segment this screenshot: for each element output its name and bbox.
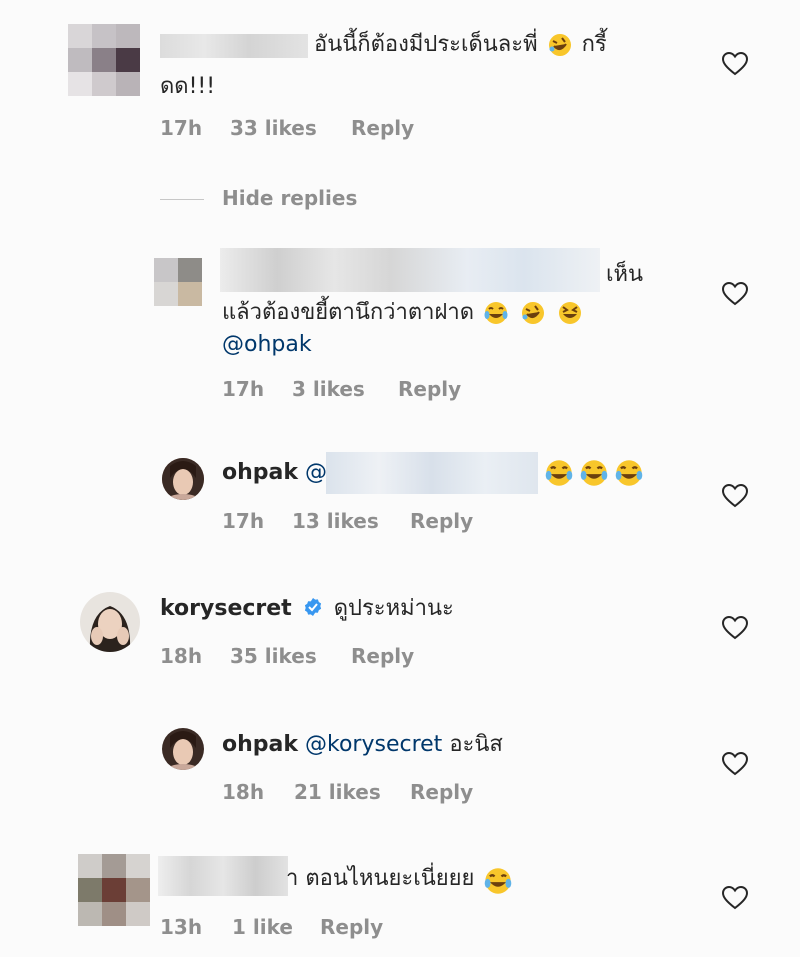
reply-button[interactable]: Reply [351, 116, 414, 140]
hide-replies-button[interactable]: Hide replies [222, 186, 357, 210]
emoji-group [542, 458, 643, 486]
comment-likes[interactable]: 33 likes [230, 116, 317, 140]
reply-button[interactable]: Reply [410, 509, 473, 533]
comment-time: 18h [160, 644, 203, 668]
heart-outline-icon[interactable] [722, 484, 748, 508]
heart-outline-icon[interactable] [722, 52, 748, 76]
comment-body-line2: แล้วต้องขยี้ตานึกว่าตาฝาด [222, 298, 585, 328]
comment-body: เห็น [606, 262, 644, 287]
replies-divider [160, 199, 204, 200]
avatar-ohpak[interactable] [162, 728, 204, 770]
comment-time: 17h [222, 509, 265, 533]
mention-link[interactable]: @korysecret [305, 732, 442, 757]
joy-emoji-icon [544, 458, 573, 486]
comment-body-line2: ดด!!! [160, 74, 216, 99]
blurred-username[interactable] [220, 248, 600, 292]
comment-time: 18h [222, 780, 265, 804]
comment-body: ตอนไหนยะเนี่ยยย [305, 866, 475, 891]
joy-emoji-icon [579, 458, 608, 486]
comment-time: 13h [160, 915, 203, 939]
mention-link[interactable]: @ohpak [222, 330, 312, 360]
avatar-ohpak[interactable] [162, 458, 204, 500]
reply-button[interactable]: Reply [398, 377, 461, 401]
profile-photo [80, 592, 140, 652]
comment-body: อันนี้ก็ต้องมีประเด็นละพี่ [314, 32, 538, 57]
pixelated-avatar [68, 24, 140, 96]
profile-photo [162, 728, 204, 770]
joy-emoji-icon [483, 300, 509, 326]
comment-body: อะนิส [449, 732, 503, 757]
rofl-emoji-icon [520, 300, 546, 326]
comment-text: ohpak @korysecret อะนิส [222, 730, 503, 760]
heart-outline-icon[interactable] [722, 752, 748, 776]
heart-outline-icon[interactable] [722, 282, 748, 306]
comment-likes[interactable]: 3 likes [292, 377, 365, 401]
comment-likes[interactable]: 35 likes [230, 644, 317, 668]
comment-time: 17h [222, 377, 265, 401]
comment-body-prefix: า [286, 866, 299, 891]
comment-text: korysecret ดูประหม่านะ [160, 594, 454, 624]
heart-outline-icon[interactable] [722, 886, 748, 910]
comment-body: ดูประหม่านะ [333, 596, 454, 621]
profile-photo [162, 458, 204, 500]
avatar-blurred[interactable] [78, 854, 150, 926]
avatar-blurred[interactable] [154, 258, 202, 306]
joy-emoji-icon [483, 866, 512, 894]
mention-link[interactable]: @ [305, 460, 327, 485]
blurred-username[interactable] [158, 856, 288, 896]
comment-likes[interactable]: 13 likes [292, 509, 379, 533]
comment-text: า ตอนไหนยะเนี่ยยย [286, 864, 512, 894]
username-link[interactable]: ohpak [222, 732, 298, 757]
pixelated-avatar [78, 854, 150, 926]
blurred-username[interactable] [160, 34, 308, 58]
comment-body-text: แล้วต้องขยี้ตานึกว่าตาฝาด [222, 300, 475, 325]
rofl-emoji-icon [547, 32, 573, 58]
reply-button[interactable]: Reply [320, 915, 383, 939]
comment-text: ohpak @ [222, 458, 327, 488]
comment-time: 17h [160, 116, 203, 140]
comment-text: อันนี้ก็ต้องมีประเด็นละพี่ กรี้ [314, 30, 607, 60]
verified-badge-icon [304, 598, 321, 616]
laughing-emoji-icon [557, 300, 583, 326]
avatar-korysecret[interactable] [80, 592, 140, 652]
comment-body-cont: กรี้ [581, 32, 607, 57]
blurred-mention[interactable] [326, 452, 538, 494]
reply-button[interactable]: Reply [410, 780, 473, 804]
avatar-blurred[interactable] [68, 24, 140, 96]
username-link[interactable]: korysecret [160, 596, 292, 621]
comment-likes[interactable]: 1 like [232, 915, 293, 939]
username-link[interactable]: ohpak [222, 460, 298, 485]
comment-likes[interactable]: 21 likes [294, 780, 381, 804]
reply-button[interactable]: Reply [351, 644, 414, 668]
heart-outline-icon[interactable] [722, 616, 748, 640]
pixelated-avatar [154, 258, 202, 306]
joy-emoji-icon [614, 458, 643, 486]
